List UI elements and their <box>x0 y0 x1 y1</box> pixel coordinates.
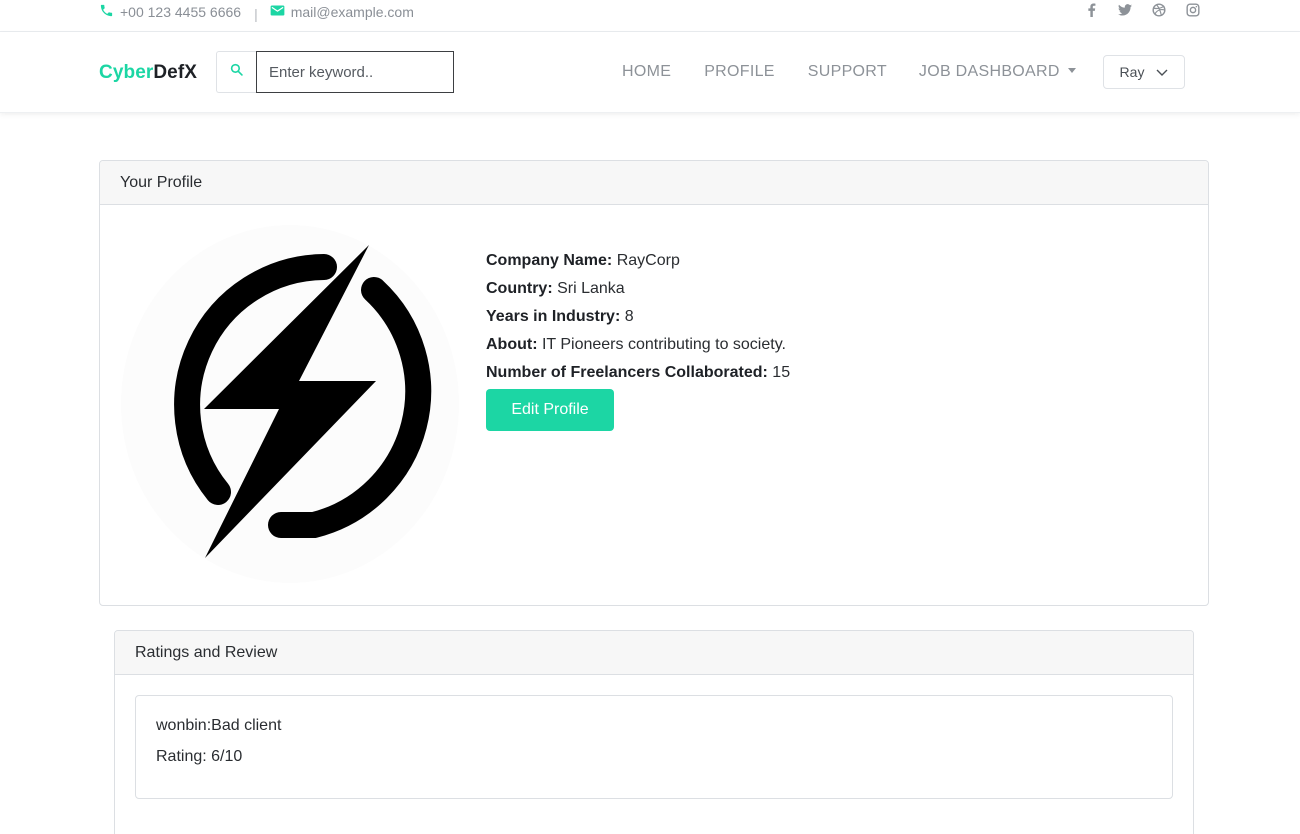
search-button[interactable] <box>216 51 256 93</box>
phone-contact: +00 123 4455 6666 <box>99 3 241 21</box>
ratings-card: Ratings and Review wonbin:Bad client Rat… <box>114 630 1194 834</box>
field-label: Company Name: <box>486 252 613 269</box>
field-label: Years in Industry: <box>486 308 621 325</box>
brand-part-1: Cyber <box>99 62 154 83</box>
nav-job-dashboard[interactable]: JOB DASHBOARD <box>919 63 1076 81</box>
field-label: Number of Freelancers Collaborated: <box>486 364 768 381</box>
field-value: 8 <box>624 308 634 325</box>
ratings-card-header: Ratings and Review <box>115 631 1193 675</box>
nav-home[interactable]: HOME <box>622 63 671 81</box>
top-contact-bar: +00 123 4455 6666 | mail@example.com <box>0 0 1300 32</box>
email-address[interactable]: mail@example.com <box>291 4 414 20</box>
field-country: Country: Sri Lanka <box>486 278 790 306</box>
email-contact[interactable]: mail@example.com <box>270 4 414 20</box>
nav-support[interactable]: SUPPORT <box>808 63 887 81</box>
social-links <box>1084 3 1200 17</box>
review-item: wonbin:Bad client Rating: 6/10 <box>135 695 1173 799</box>
phone-number: +00 123 4455 6666 <box>120 4 242 20</box>
lightning-bolt-icon <box>174 245 432 558</box>
main-navbar: CyberDefX HOME PROFILE SUPPORT JOB DASHB… <box>0 32 1300 113</box>
profile-info: Company Name: RayCorp Country: Sri Lanka… <box>486 250 790 390</box>
field-value: RayCorp <box>616 252 680 269</box>
field-value: IT Pioneers contributing to society. <box>541 336 786 353</box>
field-company-name: Company Name: RayCorp <box>486 250 790 278</box>
mail-icon <box>270 4 285 20</box>
nav-links: HOME PROFILE SUPPORT JOB DASHBOARD <box>622 63 1076 81</box>
caret-down-icon <box>1067 68 1076 73</box>
facebook-icon[interactable] <box>1084 3 1098 17</box>
user-name: Ray <box>1119 64 1145 80</box>
profile-card: Your Profile Company Name: RayCorp Count… <box>99 160 1209 606</box>
brand-part-2: DefX <box>153 62 198 83</box>
chevron-down-icon <box>1156 64 1168 80</box>
search-icon <box>230 63 243 81</box>
field-label: Country: <box>486 280 553 297</box>
field-value: 15 <box>772 364 791 381</box>
review-text: wonbin:Bad client <box>156 717 282 734</box>
field-years-in-industry: Years in Industry: 8 <box>486 306 790 334</box>
contact-separator: | <box>254 6 258 22</box>
user-menu-button[interactable]: Ray <box>1103 55 1185 89</box>
search-bar <box>216 51 454 93</box>
field-value: Sri Lanka <box>557 280 625 297</box>
dribbble-icon[interactable] <box>1152 3 1166 17</box>
field-freelancers-collaborated: Number of Freelancers Collaborated: 15 <box>486 362 790 390</box>
edit-profile-button[interactable]: Edit Profile <box>486 389 614 431</box>
company-logo <box>121 225 459 583</box>
nav-job-dashboard-label: JOB DASHBOARD <box>918 63 1060 80</box>
nav-profile[interactable]: PROFILE <box>704 63 775 81</box>
phone-icon <box>99 3 114 21</box>
field-about: About: IT Pioneers contributing to socie… <box>486 334 790 362</box>
search-input[interactable] <box>256 51 454 93</box>
twitter-icon[interactable] <box>1118 3 1132 17</box>
review-rating: Rating: 6/10 <box>156 748 243 765</box>
instagram-icon[interactable] <box>1186 3 1200 17</box>
profile-card-header: Your Profile <box>100 161 1208 205</box>
brand-logo[interactable]: CyberDefX <box>99 62 197 84</box>
contact-info: +00 123 4455 6666 | mail@example.com <box>99 0 414 24</box>
field-label: About: <box>486 336 538 353</box>
